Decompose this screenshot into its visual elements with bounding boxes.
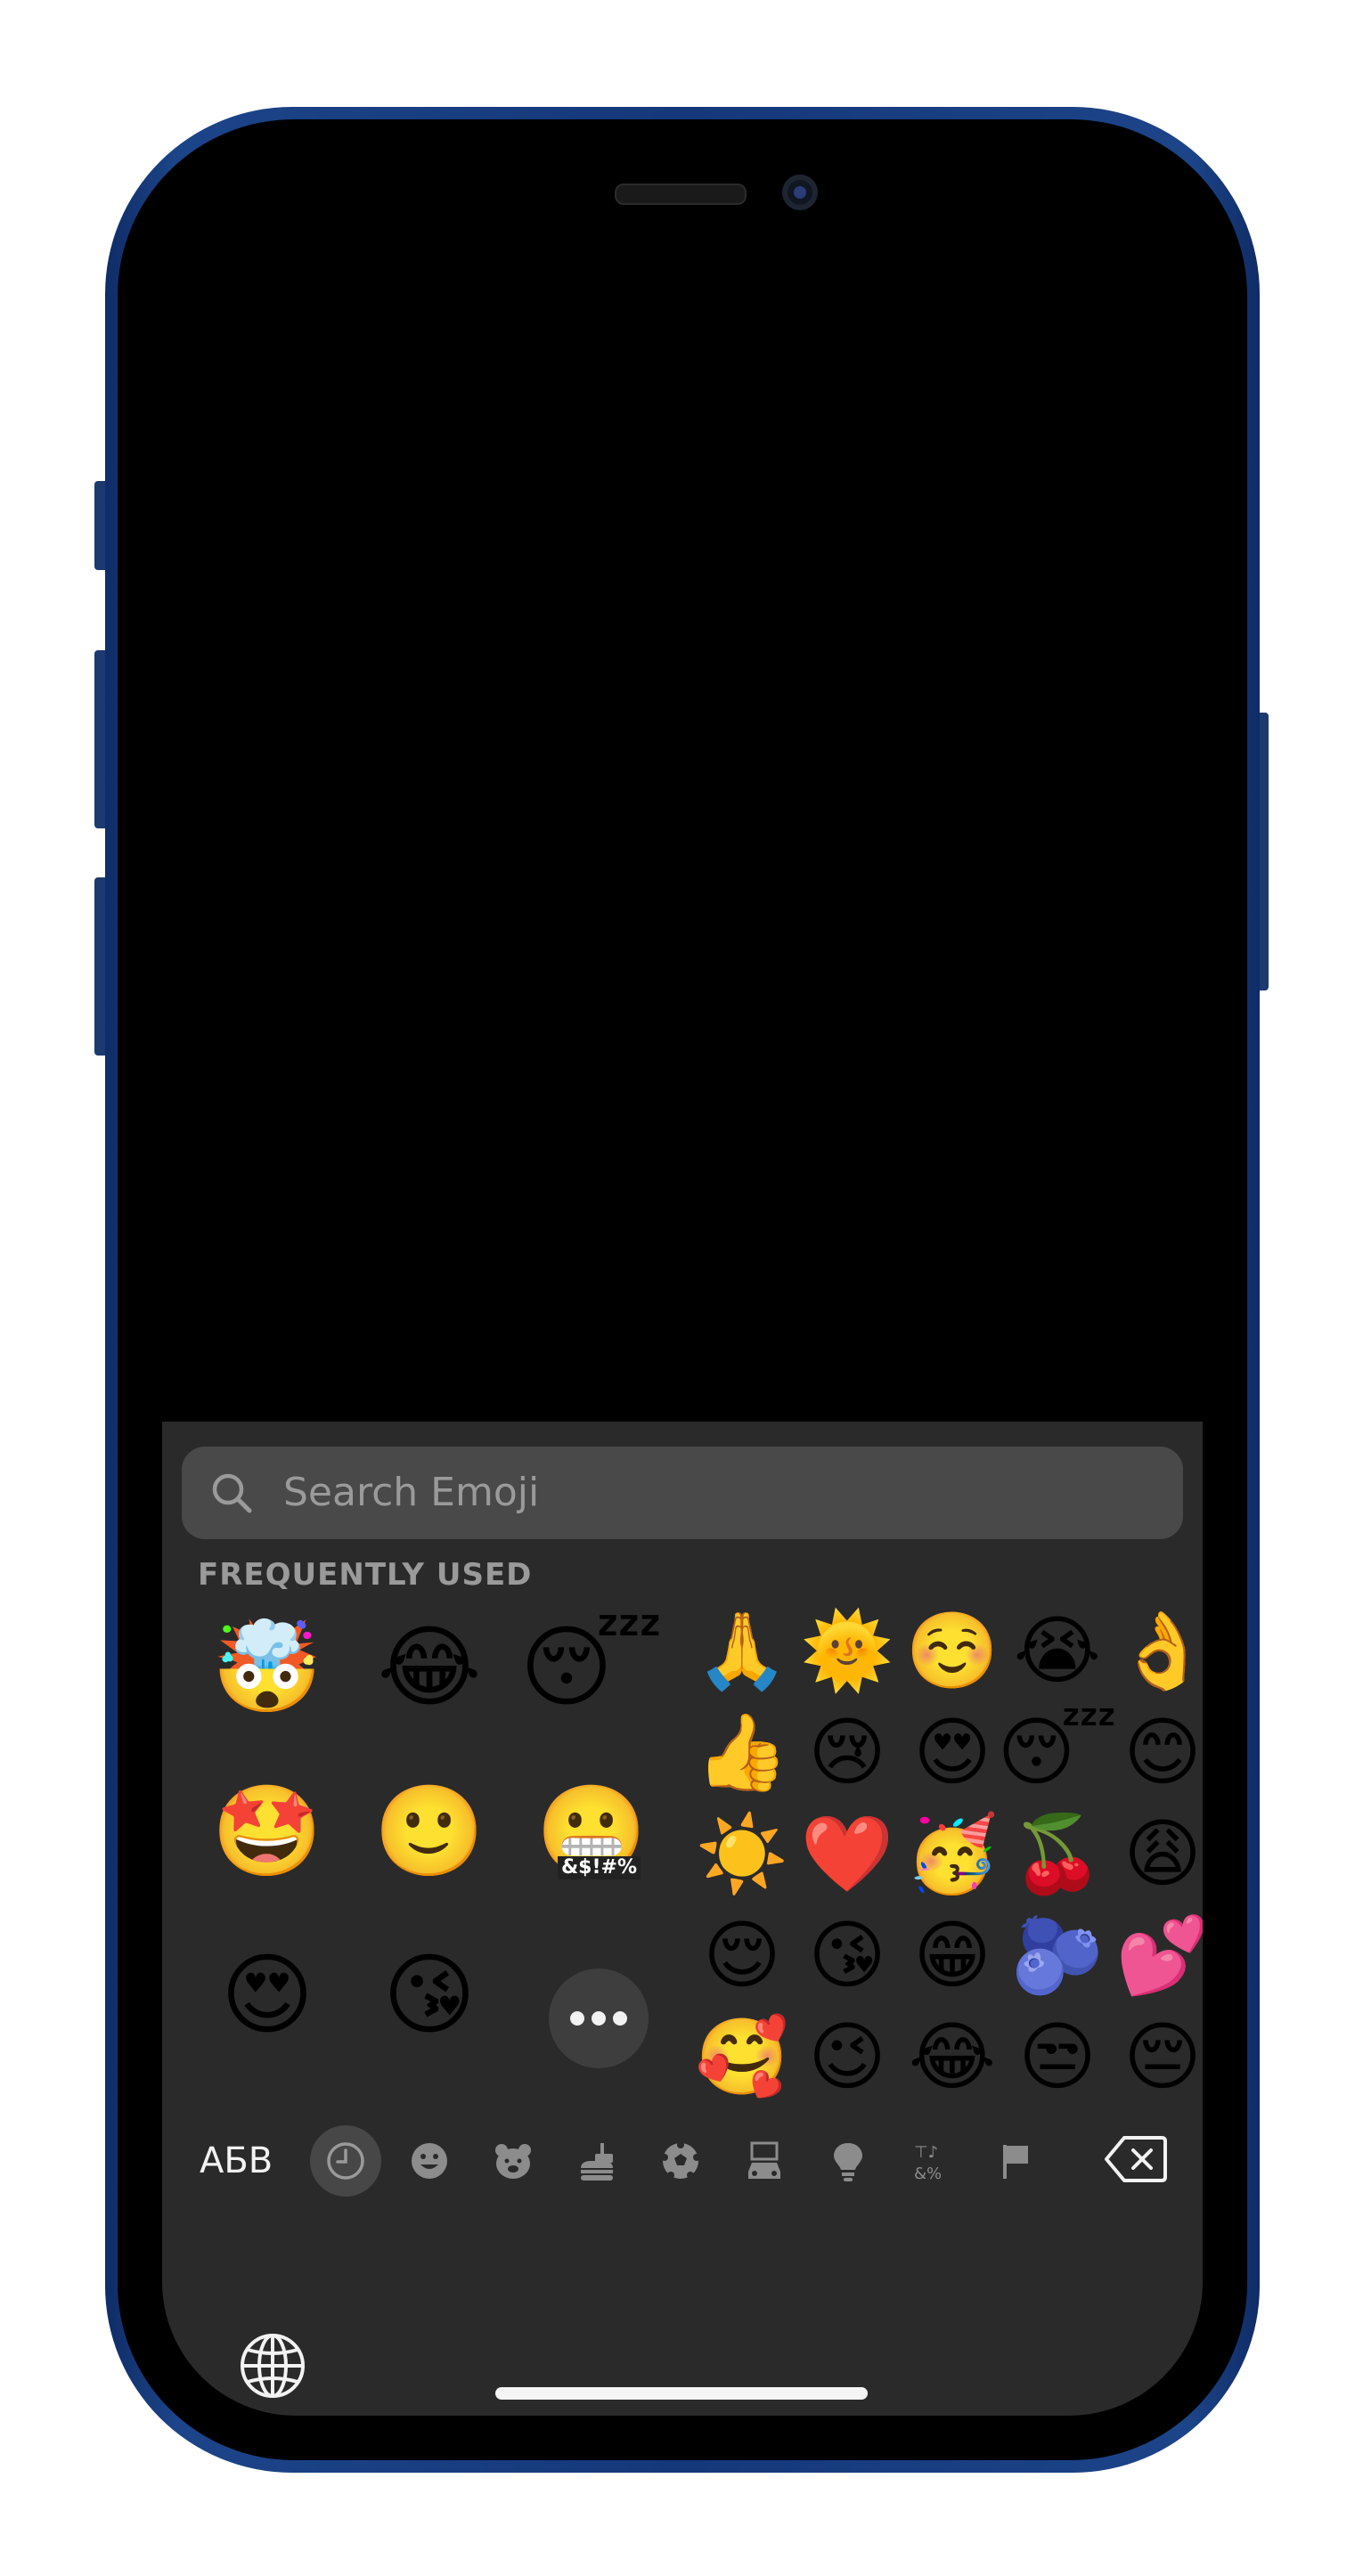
memoji-star-struck[interactable]: 🤩 (207, 1771, 328, 1892)
ellipsis-dot (592, 2011, 606, 2026)
earpiece-speaker (615, 183, 747, 205)
emoji-search-field[interactable]: Search Emoji (182, 1447, 1183, 1539)
memoji-glyph: 😴 (519, 1615, 664, 1719)
memoji-laughing-tears[interactable]: 😂 (369, 1607, 490, 1728)
emoji-key[interactable]: 🍒 (1005, 1803, 1110, 1904)
memoji-sleeping[interactable]: 😴 (520, 1607, 663, 1728)
lightbulb-icon (834, 2143, 862, 2181)
emoji-key[interactable]: 😔 (1110, 2006, 1203, 2107)
svg-text:&%: &% (914, 2164, 942, 2183)
memoji-thumbs-up[interactable]: 🙂 (369, 1771, 490, 1892)
emoji-key[interactable]: 😂 (900, 2006, 1005, 2107)
memoji-glyph: 🤯 (211, 1615, 323, 1719)
memoji-glyph: 😂 (377, 1615, 482, 1719)
emoji-grid: 🙏 🌞 ☺️ 😭 👌 👍 😢 😍 😴 😊 ☀️ ❤️ 🥳 🍒 😩 😌 😘 😁 🫐 💕 🥰 😉 😂 😒 😔 (690, 1600, 1203, 2107)
category-recents[interactable] (310, 2125, 381, 2197)
memoji-glyph: 😍 (220, 1943, 314, 2047)
memoji-glyph: 😘 (382, 1943, 477, 2047)
emoji-keyboard: Search Emoji FREQUENTLY USED 🤯 😂 😴 🤩 🙂 😬 &$!#%… (162, 1422, 1203, 2416)
emoji-key[interactable]: ☀️ (690, 1803, 795, 1904)
emoji-key[interactable]: 😌 (690, 1904, 795, 2006)
burger-icon (581, 2143, 613, 2181)
category-food[interactable] (561, 2125, 633, 2197)
clock-icon (327, 2142, 364, 2180)
emoji-key[interactable]: 😢 (795, 1701, 900, 1803)
emoji-key[interactable]: 😉 (795, 2006, 900, 2107)
building-car-icon (748, 2141, 780, 2179)
memoji-caption: &$!#% (558, 1856, 641, 1879)
emoji-key[interactable]: 👍 (690, 1701, 795, 1803)
emoji-key[interactable]: ☺️ (900, 1600, 1005, 1701)
category-activity[interactable] (645, 2125, 716, 2197)
search-placeholder: Search Emoji (283, 1470, 540, 1515)
bear-icon (495, 2144, 531, 2179)
memoji-mind-blown[interactable]: 🤯 (207, 1607, 328, 1728)
category-symbols[interactable]: ⊤♪ &% (896, 2125, 967, 2197)
emoji-key[interactable]: 🫐 (1005, 1904, 1110, 2006)
emoji-key[interactable]: 😩 (1110, 1803, 1203, 1904)
magnifying-glass-icon (212, 1473, 252, 1513)
memoji-glyph: 🙂 (373, 1779, 486, 1883)
emoji-key[interactable]: 😁 (900, 1904, 1005, 2006)
emoji-key[interactable]: 😴 (998, 1701, 1118, 1803)
backspace-icon[interactable] (1103, 2134, 1169, 2184)
more-stickers-button[interactable] (549, 1969, 649, 2068)
phone-screen: Search Emoji FREQUENTLY USED 🤯 😂 😴 🤩 🙂 😬 &$!#%… (162, 164, 1203, 2416)
memoji-glyph: 🤩 (211, 1779, 323, 1883)
emoji-key[interactable]: 😘 (795, 1904, 900, 2006)
category-animals[interactable] (477, 2125, 549, 2197)
soccer-ball-icon (661, 2141, 700, 2179)
category-bar: АБВ ⊤♪ &% (162, 2116, 1203, 2205)
emoji-key[interactable]: 💕 (1110, 1904, 1203, 2006)
emoji-key[interactable]: 🥰 (690, 2006, 795, 2107)
smiley-icon (412, 2143, 447, 2179)
home-indicator[interactable] (495, 2387, 868, 2400)
category-travel[interactable] (729, 2125, 800, 2197)
emoji-key[interactable]: 😒 (1005, 2006, 1110, 2107)
emoji-key[interactable]: 😍 (900, 1701, 1005, 1803)
memoji-heart-eyes[interactable]: 😍 (207, 1935, 328, 2056)
emoji-key[interactable]: 😊 (1110, 1701, 1203, 1803)
emoji-key[interactable]: ❤️ (795, 1803, 900, 1904)
memoji-wink-heart[interactable]: 😘 (369, 1935, 490, 2056)
globe-icon[interactable] (237, 2330, 308, 2401)
abc-keyboard-key[interactable]: АБВ (200, 2116, 273, 2205)
memoji-cursing[interactable]: 😬 &$!#% (531, 1771, 652, 1892)
ellipsis-dot (613, 2011, 627, 2026)
category-smileys[interactable] (394, 2125, 465, 2197)
emoji-key[interactable]: 🌞 (795, 1600, 900, 1701)
emoji-key[interactable]: 😭 (1005, 1600, 1110, 1701)
emoji-key[interactable]: 🙏 (690, 1600, 795, 1701)
flag-icon (1003, 2145, 1028, 2179)
svg-text:⊤♪: ⊤♪ (914, 2143, 938, 2162)
category-flags[interactable] (980, 2125, 1051, 2197)
emoji-key[interactable]: 🥳 (900, 1803, 1005, 1904)
emoji-key[interactable]: 👌 (1110, 1600, 1203, 1701)
category-objects[interactable] (812, 2125, 884, 2197)
section-title: FREQUENTLY USED (198, 1557, 533, 1593)
front-camera (782, 175, 818, 210)
ellipsis-icon (570, 2011, 584, 2026)
symbols-icon: ⊤♪ &% (914, 2143, 942, 2183)
